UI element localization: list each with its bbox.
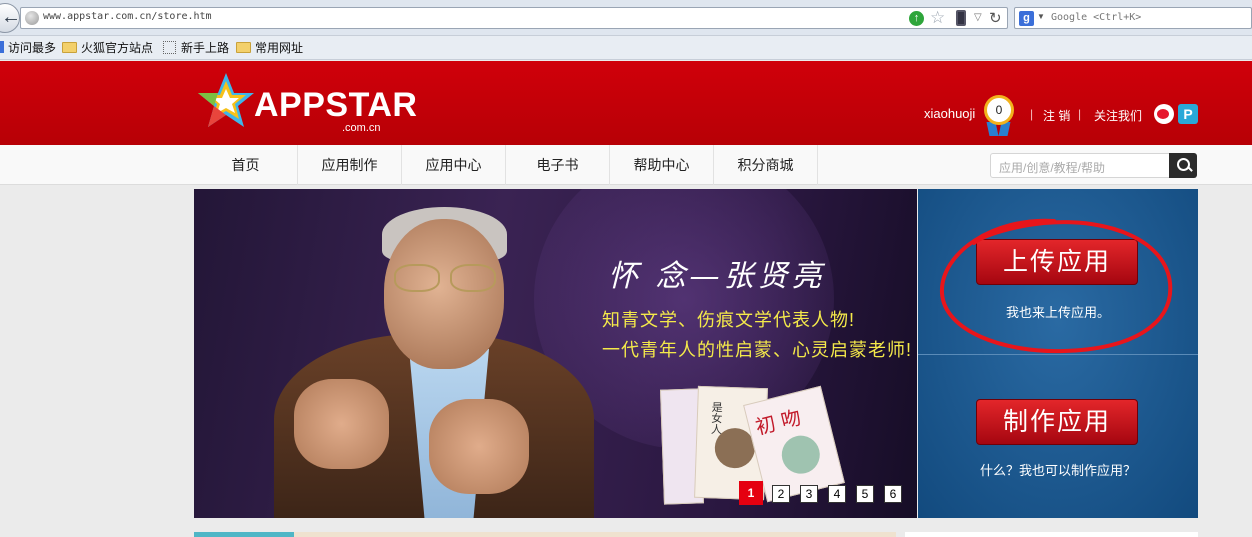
banner-line-1: 知青文学、伤痕文学代表人物!	[602, 310, 855, 330]
back-arrow-icon: ←	[1, 6, 21, 28]
points-count: 0	[984, 95, 1014, 125]
content-strip-accent	[194, 532, 294, 537]
book-3-title: 初吻	[753, 403, 810, 440]
banner-portrait	[234, 199, 594, 518]
folder-icon	[62, 42, 77, 53]
banner-title: 怀 念—张贤亮	[608, 259, 826, 294]
bookmark-firefox-site[interactable]: 火狐官方站点	[62, 40, 153, 56]
reload-icon[interactable]: ↻	[989, 9, 1002, 27]
browser-search-placeholder: Google <Ctrl+K>	[1051, 12, 1142, 23]
page-icon	[163, 41, 176, 54]
star-logo-icon	[198, 73, 254, 127]
nav-item-home[interactable]: 首页	[194, 145, 298, 185]
browser-toolbar: ← www.appstar.com.cn/store.htm ↑ ☆ ▽ ↻ g…	[0, 0, 1252, 36]
separator: |	[1030, 107, 1034, 121]
site-search-input[interactable]: 应用/创意/教程/帮助	[990, 153, 1170, 178]
portrait-glasses	[394, 264, 504, 292]
most-visited-icon	[0, 41, 4, 53]
site-search-placeholder: 应用/创意/教程/帮助	[999, 161, 1106, 175]
book-2-title: 是女人	[709, 401, 723, 435]
carousel-page-1[interactable]: 1	[739, 481, 763, 505]
bookmark-getting-started[interactable]: 新手上路	[163, 40, 229, 56]
site-header: APPSTAR .com.cn xiaohuoji 0 | 注 销 | 关注我们…	[0, 61, 1252, 145]
red-circle-annotation	[939, 218, 1173, 354]
logo-domain: .com.cn	[342, 122, 381, 134]
carousel-page-4[interactable]: 4	[828, 485, 846, 503]
portrait-hand-left	[294, 379, 389, 469]
history-dropdown-icon[interactable]: ▽	[974, 12, 982, 23]
nav-item-app-making[interactable]: 应用制作	[298, 145, 402, 185]
panel-divider	[918, 354, 1198, 355]
bookmark-star-icon[interactable]: ☆	[930, 8, 945, 28]
browser-search-box[interactable]: g ▼ Google <Ctrl+K>	[1014, 7, 1252, 29]
appstar-logo[interactable]: APPSTAR .com.cn	[196, 69, 417, 134]
nav-item-ebook[interactable]: 电子书	[506, 145, 610, 185]
portrait-head	[384, 219, 504, 369]
make-app-button[interactable]: 制作应用	[976, 399, 1138, 445]
bookmark-common-sites[interactable]: 常用网址	[236, 40, 303, 56]
url-text[interactable]: www.appstar.com.cn/store.htm	[43, 11, 212, 22]
nav-item-points-mall[interactable]: 积分商城	[714, 145, 818, 185]
banner-line-2: 一代青年人的性启蒙、心灵启蒙老师!	[602, 340, 912, 360]
weibo-icon[interactable]	[1154, 104, 1174, 124]
content-strip	[194, 532, 896, 537]
carousel-page-3[interactable]: 3	[800, 485, 818, 503]
bookmarks-bar: 访问最多 火狐官方站点 新手上路 常用网址	[0, 36, 1252, 60]
logout-link[interactable]: 注 销	[1043, 107, 1070, 124]
hero-banner[interactable]: 怀 念—张贤亮 知青文学、伤痕文学代表人物! 一代青年人的性启蒙、心灵启蒙老师!…	[194, 189, 917, 518]
nav-item-app-center[interactable]: 应用中心	[402, 145, 506, 185]
points-medal-icon[interactable]: 0	[981, 93, 1017, 137]
separator: |	[1078, 107, 1082, 121]
back-button[interactable]: ←	[0, 3, 21, 33]
carousel-page-6[interactable]: 6	[884, 485, 902, 503]
folder-icon	[236, 42, 251, 53]
make-app-desc: 什么？我也可以制作应用？	[979, 463, 1136, 478]
globe-icon	[25, 11, 39, 25]
content-strip-right	[905, 532, 1198, 537]
social-share-icon[interactable]: P	[1178, 104, 1198, 124]
search-icon[interactable]	[1169, 153, 1197, 178]
bookmark-most-visited[interactable]: 访问最多	[0, 40, 56, 56]
nav-item-help-center[interactable]: 帮助中心	[610, 145, 714, 185]
main-nav: 首页 应用制作 应用中心 电子书 帮助中心 积分商城 应用/创意/教程/帮助	[0, 145, 1252, 185]
go-icon[interactable]: ↑	[909, 11, 924, 26]
address-bar[interactable]: www.appstar.com.cn/store.htm ↑ ☆ ▽ ↻	[20, 7, 1008, 29]
mobile-icon[interactable]	[956, 10, 966, 26]
google-icon[interactable]: g	[1019, 11, 1034, 26]
carousel-page-2[interactable]: 2	[772, 485, 790, 503]
username[interactable]: xiaohuoji	[924, 106, 975, 121]
engine-dropdown-icon[interactable]: ▼	[1037, 12, 1045, 21]
logo-wordmark: APPSTAR	[254, 86, 418, 124]
app-actions-panel: 上传应用 我也来上传应用。 制作应用 什么？我也可以制作应用？	[918, 189, 1198, 518]
carousel-page-5[interactable]: 5	[856, 485, 874, 503]
book-3-rose	[777, 431, 824, 478]
follow-us-link[interactable]: 关注我们	[1094, 107, 1142, 124]
portrait-hand-right	[429, 399, 529, 494]
